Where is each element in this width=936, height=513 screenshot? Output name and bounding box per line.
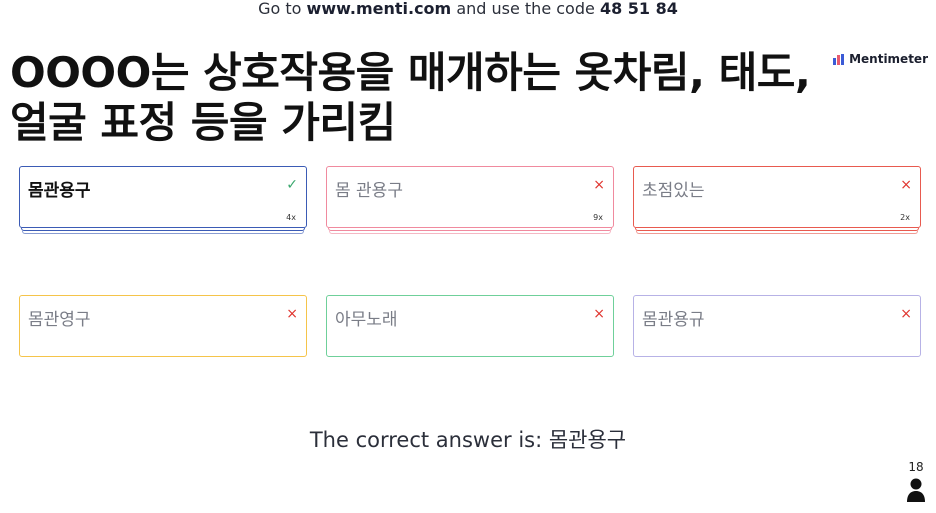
answer-option-card: 몸 관용구 × 9x [326, 166, 614, 234]
vote-count: 2x [900, 213, 910, 222]
question-title: OOOO는 상호작용을 매개하는 옷차림, 태도, 얼굴 표정 등을 가리킴 [10, 48, 811, 147]
join-prefix: Go to [258, 0, 302, 18]
answer-option-card: 몸관용구 ✓ 4x [19, 166, 307, 234]
person-icon [907, 478, 925, 502]
answer-option-label: 몸관용규 [642, 310, 705, 330]
correct-answer-text: The correct answer is: 몸관용구 [309, 428, 627, 452]
answer-option-label: 몸관용구 [28, 181, 91, 201]
brand-name: Mentimeter [849, 52, 928, 66]
mentimeter-logo-icon [833, 53, 845, 65]
answer-option-card: 몸관용규 × [633, 295, 921, 357]
answer-option-label: 몸관영구 [28, 310, 91, 330]
cross-icon: × [593, 177, 605, 193]
cross-icon: × [286, 306, 298, 322]
participant-count: 18 [908, 460, 924, 474]
cross-icon: × [593, 306, 605, 322]
answer-option-label: 초점있는 [642, 181, 705, 201]
answer-option-card: 몸관영구 × [19, 295, 307, 357]
join-url[interactable]: www.menti.com [307, 0, 452, 18]
vote-count: 9x [593, 213, 603, 222]
join-middle: and use the code [456, 0, 595, 18]
answer-option-card: 초점있는 × 2x [633, 166, 921, 234]
answer-option-label: 몸 관용구 [335, 181, 403, 201]
answer-option-card: 아무노래 × [326, 295, 614, 357]
answer-option-label: 아무노래 [335, 310, 398, 330]
cross-icon: × [900, 306, 912, 322]
join-instructions: Go to www.menti.com and use the code 48 … [0, 0, 936, 18]
participant-counter: 18 [906, 460, 926, 502]
check-icon: ✓ [286, 177, 298, 193]
join-code: 48 51 84 [599, 0, 678, 18]
mentimeter-brand: Mentimeter [833, 52, 928, 66]
vote-count: 4x [286, 213, 296, 222]
cross-icon: × [900, 177, 912, 193]
